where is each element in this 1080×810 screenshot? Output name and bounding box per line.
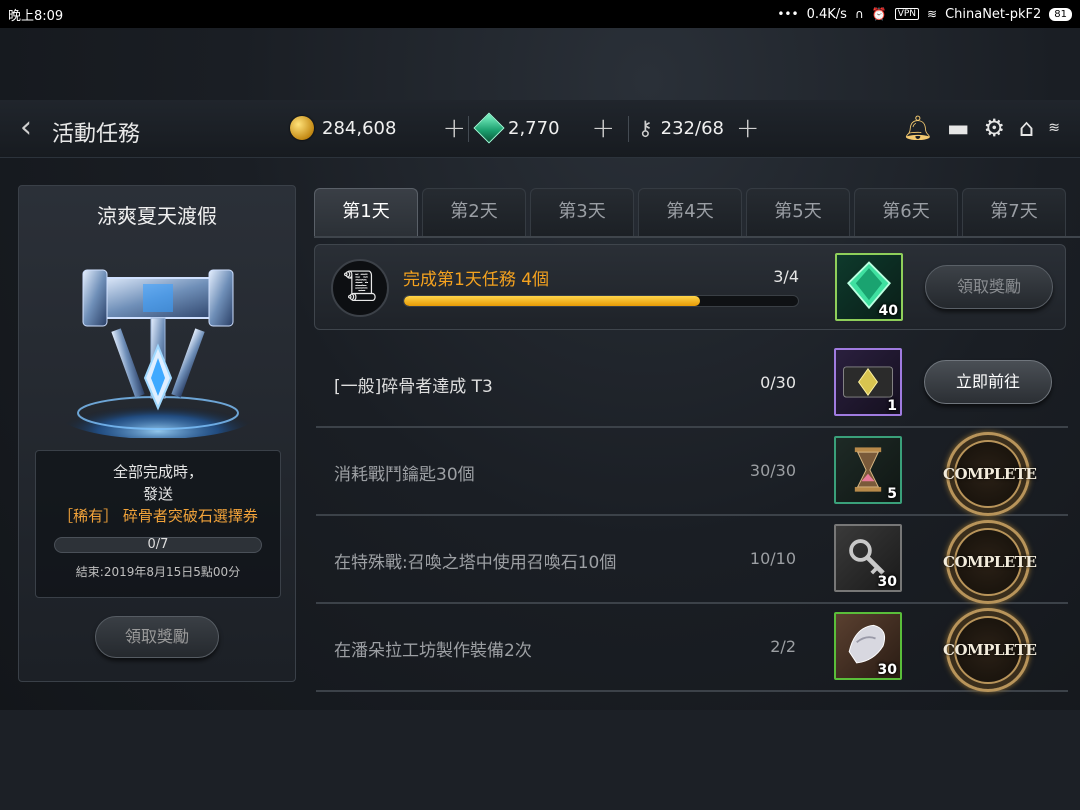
summary-progress-fill: [404, 296, 700, 306]
event-card: 涼爽夏天渡假 全部完成時， 發送 ［稀有］ 碎骨者突破石選擇券 0/7 結束:2…: [18, 185, 296, 682]
reward-line-2: 發送: [142, 485, 173, 503]
system-status-bar: 晚上8:09 ••• 0.4K/s ∩ ⏰ VPN ≋ ChinaNet-pkF…: [0, 0, 1080, 28]
gear-icon[interactable]: ⚙: [984, 114, 1006, 142]
mission-label: 在潘朵拉工坊製作裝備2次: [334, 641, 532, 661]
mission-count: 2/2: [770, 637, 796, 656]
tab-day-4[interactable]: 第4天: [638, 188, 742, 236]
mission-row: 在潘朵拉工坊製作裝備2次 2/2 30 COMPLETE: [316, 606, 1068, 692]
headphone-icon: ∩: [854, 7, 864, 21]
reward-quantity: 1: [887, 398, 897, 414]
key-icon: ⚷: [638, 116, 653, 140]
divider: [628, 116, 629, 142]
signal-battery-icon: ≋: [1048, 120, 1060, 136]
gem-amount: 2,770: [508, 117, 560, 139]
wifi-icon: ≋: [927, 7, 938, 21]
claim-daily-reward-button[interactable]: 領取獎勵: [925, 265, 1053, 309]
complete-label: COMPLETE: [943, 465, 1037, 483]
hammer-artwork-icon: [58, 269, 258, 438]
battery-indicator: 81: [1049, 7, 1072, 21]
gold-coin-icon: [290, 116, 314, 140]
tabs-divider: [314, 236, 1080, 238]
home-icon[interactable]: ⌂: [1019, 114, 1034, 142]
reward-slot[interactable]: 5: [834, 436, 902, 504]
reward-quantity: 30: [877, 662, 897, 678]
day-tabs: 第1天 第2天 第3天 第4天 第5天 第6天 第7天: [314, 188, 1066, 236]
event-progress-text: 0/7: [147, 537, 169, 552]
top-bar: ‹ 活動任務 284,608 + 2,770 + ⚷ 232/68 + 🔔︎ ▬…: [0, 100, 1080, 158]
key-currency: ⚷ 232/68 +: [638, 114, 759, 142]
key-amount: 232/68: [660, 117, 724, 139]
daily-summary-row: 📜︎ 完成第1天任務 4個 3/4 40 領取獎勵: [314, 244, 1066, 330]
completion-reward-box: 全部完成時， 發送 ［稀有］ 碎骨者突破石選擇券 0/7 結束:2019年8月1…: [35, 450, 281, 598]
top-right-icons: 🔔︎ ▬ ⚙ ⌂ ≋: [902, 114, 1060, 142]
back-arrow-icon[interactable]: ‹: [20, 113, 32, 143]
add-gem-button[interactable]: +: [592, 114, 615, 142]
network-speed: 0.4K/s: [806, 6, 847, 22]
bell-icon[interactable]: 🔔︎: [902, 114, 932, 142]
mission-row: [一般]碎骨者達成 T3 0/30 1 立即前往: [316, 342, 1068, 428]
chat-icon[interactable]: ▬: [947, 114, 970, 142]
gold-amount: 284,608: [322, 117, 397, 139]
mission-count: 0/30: [760, 373, 796, 392]
tab-day-6[interactable]: 第6天: [854, 188, 958, 236]
reward-item-name: ［稀有］ 碎骨者突破石選擇券: [58, 507, 258, 525]
vpn-badge: VPN: [894, 8, 920, 20]
more-dots-icon: •••: [777, 7, 799, 21]
reward-slot[interactable]: 40: [835, 253, 903, 321]
tab-day-3[interactable]: 第3天: [530, 188, 634, 236]
complete-label: COMPLETE: [943, 553, 1037, 571]
summary-count: 3/4: [773, 267, 799, 286]
mission-row: 在特殊戰:召喚之塔中使用召喚石10個 10/10 30 COMPLETE: [316, 518, 1068, 604]
green-gem-icon: [473, 112, 505, 144]
network-name: ChinaNet-pkF2: [945, 6, 1042, 22]
event-end-time: 結束:2019年8月15日5點00分: [75, 565, 241, 579]
alarm-icon: ⏰: [871, 7, 887, 21]
complete-stamp-icon: COMPLETE: [943, 432, 1037, 516]
bottom-background: [0, 710, 1080, 810]
reward-quantity: 5: [887, 486, 897, 502]
mission-label: 消耗戰鬥鑰匙30個: [334, 465, 475, 485]
mission-count: 10/10: [749, 549, 796, 568]
reward-line-1: 全部完成時，: [112, 463, 203, 481]
tab-day-1[interactable]: 第1天: [314, 188, 418, 236]
divider: [468, 116, 469, 142]
mission-label: [一般]碎骨者達成 T3: [334, 377, 493, 397]
tab-day-7[interactable]: 第7天: [962, 188, 1066, 236]
page-title: 活動任務: [52, 122, 141, 147]
complete-stamp-icon: COMPLETE: [943, 520, 1037, 604]
reward-slot[interactable]: 1: [834, 348, 902, 416]
tab-day-2[interactable]: 第2天: [422, 188, 526, 236]
summary-label: 完成第1天任務 4個: [403, 270, 550, 290]
reward-slot[interactable]: 30: [834, 524, 902, 592]
complete-stamp-icon: COMPLETE: [943, 608, 1037, 692]
add-gold-button[interactable]: +: [442, 114, 465, 142]
gold-currency: 284,608 +: [290, 114, 466, 142]
scroll-icon: 📜︎: [331, 259, 389, 317]
reward-slot[interactable]: 30: [834, 612, 902, 680]
add-key-button[interactable]: +: [736, 114, 759, 142]
summary-progress-bar: [403, 295, 799, 307]
complete-label: COMPLETE: [943, 641, 1037, 659]
event-title: 涼爽夏天渡假: [97, 204, 217, 228]
claim-event-reward-button[interactable]: 領取獎勵: [95, 616, 219, 658]
mission-row: 消耗戰鬥鑰匙30個 30/30 5 COMPLETE: [316, 430, 1068, 516]
mission-label: 在特殊戰:召喚之塔中使用召喚石10個: [334, 553, 617, 573]
tab-day-5[interactable]: 第5天: [746, 188, 850, 236]
go-now-button[interactable]: 立即前往: [924, 360, 1052, 404]
event-progress-bar: 0/7: [54, 537, 262, 553]
clock: 晚上8:09: [8, 8, 64, 24]
gem-currency: 2,770 +: [473, 112, 615, 144]
reward-quantity: 40: [878, 303, 898, 319]
status-indicators: ••• 0.4K/s ∩ ⏰ VPN ≋ ChinaNet-pkF2 81: [777, 7, 1072, 22]
mission-count: 30/30: [749, 461, 796, 480]
reward-quantity: 30: [877, 574, 897, 590]
